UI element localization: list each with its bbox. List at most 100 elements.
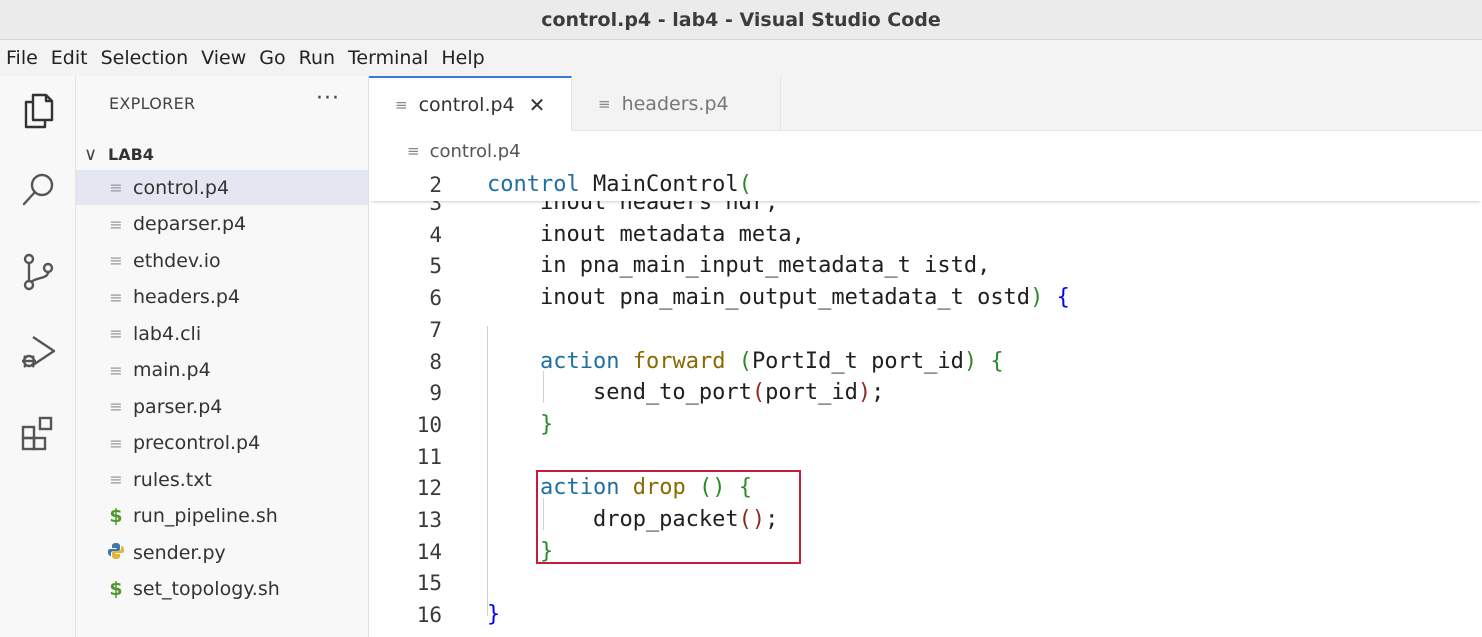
breadcrumb-item[interactable]: control.p4 [430, 141, 521, 162]
code-token: ) [857, 380, 872, 406]
menu-file[interactable]: File [0, 40, 45, 76]
menu-view[interactable]: View [195, 40, 253, 76]
code-text: send_to_port(port_id); [487, 377, 884, 409]
menu-run[interactable]: Run [293, 40, 342, 76]
file-item[interactable]: ≡ precontrol.p4 [76, 426, 368, 461]
code-token: forward [632, 348, 726, 374]
menu-edit[interactable]: Edit [45, 40, 95, 76]
code-token: { [1056, 285, 1070, 311]
extensions-icon[interactable] [0, 404, 76, 464]
run-debug-icon[interactable] [0, 322, 76, 382]
file-item[interactable]: ≡ main.p4 [76, 353, 368, 388]
code-line: 7 [369, 314, 1482, 346]
indent-guide [487, 326, 488, 616]
close-icon[interactable]: ✕ [529, 93, 546, 117]
file-item[interactable]: ≡ lab4.cli [76, 316, 368, 351]
code-token: ) [1030, 285, 1044, 311]
explorer-files-icon[interactable] [0, 80, 76, 140]
code-token: { [990, 348, 1004, 374]
text-file-icon: ≡ [395, 96, 408, 114]
line-number: 16 [416, 603, 442, 628]
code-line: 11 [369, 441, 1482, 473]
line-number: 9 [429, 381, 442, 406]
line-number: 8 [429, 349, 442, 374]
file-name: main.p4 [133, 359, 211, 381]
file-item[interactable]: ≡ ethdev.io [76, 243, 368, 278]
code-token: port_id [765, 380, 858, 406]
text-file-icon: ≡ [109, 178, 123, 197]
file-item[interactable]: $ run_pipeline.sh [76, 499, 368, 534]
line-number: 12 [416, 476, 442, 501]
code-editor[interactable]: 3 inout headers hdr, 4 inout metadata met… [369, 171, 1482, 637]
code-text: } [487, 599, 500, 631]
code-token: in pna_main_input_metadata_t istd, [487, 253, 991, 279]
line-number: 15 [416, 571, 442, 596]
file-name: headers.p4 [133, 286, 241, 308]
chevron-down-icon: ∨ [84, 143, 98, 165]
line-number: 11 [416, 444, 442, 469]
search-icon[interactable] [0, 160, 76, 220]
text-file-icon: ≡ [109, 433, 123, 453]
file-name: precontrol.p4 [133, 432, 261, 454]
window-title: control.p4 - lab4 - Visual Studio Code [541, 8, 941, 31]
file-name: parser.p4 [133, 395, 223, 418]
code-token: PortId_t port_id [751, 348, 964, 374]
shell-file-icon: $ [109, 578, 123, 600]
file-item[interactable]: ≡ headers.p4 [76, 280, 368, 315]
menu-selection[interactable]: Selection [95, 40, 196, 76]
file-item[interactable]: sender.py [76, 535, 368, 570]
line-number: 5 [429, 254, 442, 279]
line-number: 4 [429, 222, 442, 247]
code-token: ; [871, 380, 885, 406]
code-line: 4 inout metadata meta, [369, 219, 1482, 251]
folder-lab4[interactable]: ∨ LAB4 [84, 140, 154, 168]
explorer-sidebar: EXPLORER ··· ∨ LAB4 ≡ control.p4 ≡ deparser… [76, 76, 369, 637]
python-file-icon [107, 542, 125, 564]
line-number: 6 [429, 286, 442, 311]
file-name: control.p4 [133, 176, 230, 199]
code-line: 5 in pna_main_input_metadata_t istd, [369, 250, 1482, 282]
code-text: inout pna_main_output_metadata_t ostd) { [487, 282, 1070, 314]
code-text: action forward (PortId_t port_id) { [487, 346, 1004, 378]
explorer-title: EXPLORER [109, 94, 196, 113]
file-name: lab4.cli [133, 322, 202, 345]
text-file-icon: ≡ [109, 324, 123, 343]
text-file-icon: ≡ [109, 287, 123, 307]
code-text: } [487, 409, 553, 441]
code-token: } [539, 411, 554, 437]
file-item[interactable]: ≡ parser.p4 [76, 389, 368, 424]
code-line: 17 [369, 631, 1482, 637]
text-file-icon: ≡ [109, 251, 123, 270]
tab-headers-p4[interactable]: ≡ headers.p4 [572, 76, 781, 131]
file-item[interactable]: ≡ deparser.p4 [76, 207, 368, 242]
menu-go[interactable]: Go [253, 40, 292, 76]
code-token: inout metadata meta, [487, 221, 805, 247]
file-name: run_pipeline.sh [133, 505, 278, 527]
line-number: 14 [416, 539, 442, 564]
file-item[interactable]: $ set_topology.sh [76, 572, 368, 607]
title-bar: control.p4 - lab4 - Visual Studio Code [0, 0, 1482, 40]
text-file-icon: ≡ [109, 397, 123, 416]
file-item[interactable]: ≡ control.p4 [76, 170, 368, 205]
code-token: control [487, 172, 580, 197]
file-item[interactable]: ≡ rules.txt [76, 462, 368, 497]
more-actions-icon[interactable]: ··· [316, 86, 340, 111]
code-token: ( [751, 380, 766, 406]
code-line: 9 send_to_port(port_id); [369, 377, 1482, 409]
highlight-box [536, 470, 801, 564]
code-line: 8 action forward (PortId_t port_id) { [369, 346, 1482, 378]
code-token: ( [738, 348, 752, 374]
source-control-icon[interactable] [0, 242, 76, 302]
menu-terminal[interactable]: Terminal [342, 40, 435, 76]
menu-bar: File Edit Selection View Go Run Terminal… [0, 40, 1482, 76]
code-line: 15 [369, 567, 1482, 599]
menu-help[interactable]: Help [435, 40, 491, 76]
tab-control-p4[interactable]: ≡ control.p4 ✕ [369, 76, 572, 132]
code-token: send_to_port [487, 380, 752, 406]
